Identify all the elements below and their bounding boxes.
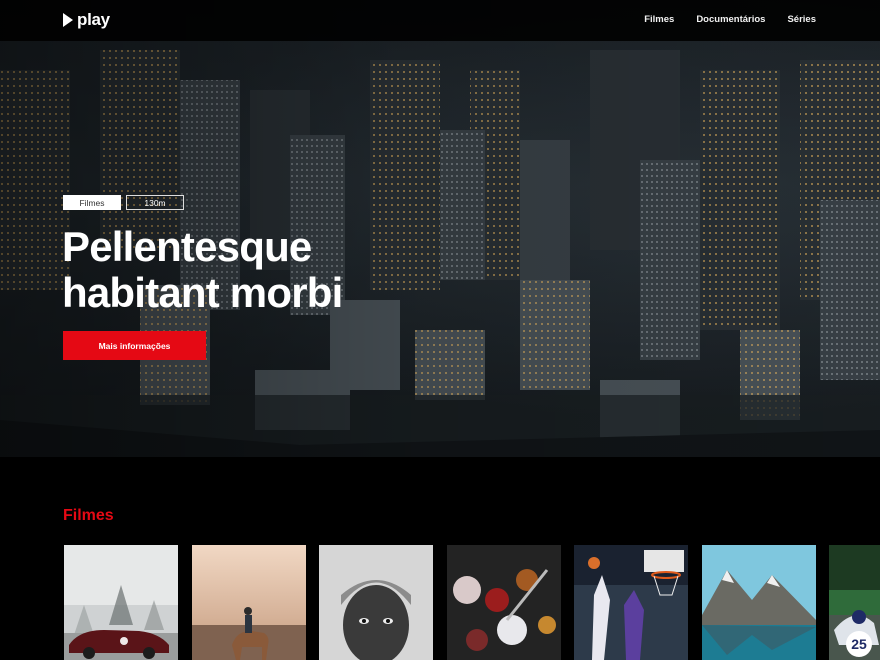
section-title-filmes: Filmes	[63, 507, 114, 524]
movie-card-motorcycle-race[interactable]: 25	[829, 545, 880, 660]
horse-rider-sunset-thumbnail	[192, 545, 306, 660]
movie-card-basketball[interactable]	[574, 545, 688, 660]
basketball-thumbnail	[574, 545, 688, 660]
spices-thumbnail	[447, 545, 561, 660]
movie-card-horse-rider[interactable]	[192, 545, 306, 660]
top-navigation: play Filmes Documentários Séries	[0, 0, 880, 41]
hero-title: Pellentesque habitant morbi	[62, 224, 422, 316]
child-portrait-thumbnail	[319, 545, 433, 660]
hero-title-line-1: Pellentesque	[62, 223, 312, 270]
hero-tags: Filmes 130m	[63, 195, 184, 210]
movie-carousel[interactable]: 25	[64, 545, 880, 660]
category-tag: Filmes	[63, 195, 121, 210]
play-icon	[63, 13, 73, 27]
nav-link-series[interactable]: Séries	[787, 14, 816, 25]
movie-card-mountain-lake[interactable]	[702, 545, 816, 660]
hero-title-line-2: habitant morbi	[62, 269, 343, 316]
car-in-fog-thumbnail	[64, 545, 178, 660]
nav-link-filmes[interactable]: Filmes	[644, 14, 674, 25]
mountain-lake-thumbnail	[702, 545, 816, 660]
nav-link-documentarios[interactable]: Documentários	[696, 14, 765, 25]
nav-links: Filmes Documentários Séries	[644, 14, 816, 25]
more-info-button[interactable]: Mais informações	[63, 331, 206, 360]
movie-card-car-fog[interactable]	[64, 545, 178, 660]
logo-text: play	[77, 10, 110, 29]
movie-card-child-portrait[interactable]	[319, 545, 433, 660]
logo[interactable]: play	[63, 10, 110, 30]
duration-tag: 130m	[126, 195, 184, 210]
svg-text:25: 25	[851, 636, 867, 652]
motorcycle-race-thumbnail: 25	[829, 545, 880, 660]
movie-card-spices[interactable]	[447, 545, 561, 660]
